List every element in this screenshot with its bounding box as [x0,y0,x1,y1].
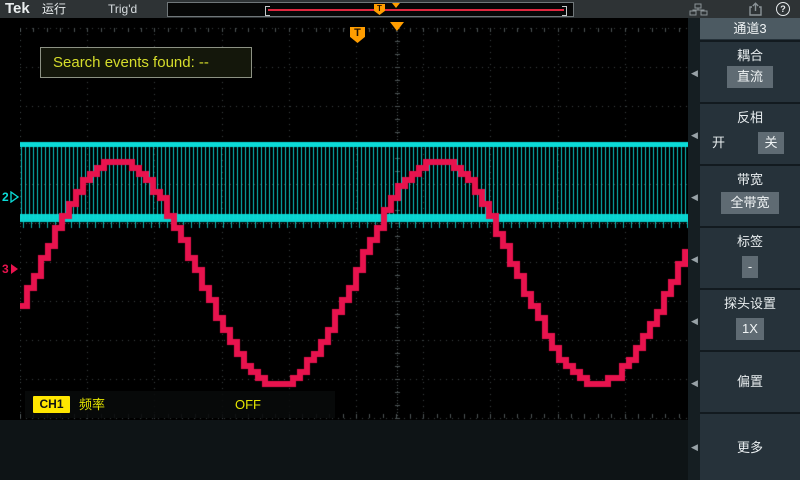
oscilloscope-screen: Tek 运行 Trig'd T ? T Search events found:… [0,0,800,480]
section-arrow-icon: ◀ [691,130,699,140]
waveform-display[interactable] [20,18,692,420]
search-events-banner: Search events found: -- [40,47,252,78]
top-bar: Tek 运行 Trig'd T ? [0,0,800,18]
ch2-marker-label: 2 [2,190,9,204]
network-icon[interactable] [689,3,708,16]
record-view-window-line [268,9,564,11]
menu-section-offset[interactable]: ◀ 偏置 [700,350,800,412]
section-arrow-icon: ◀ [691,378,699,388]
record-trigger-position-icon[interactable] [392,3,400,8]
section-arrow-icon: ◀ [691,254,699,264]
label-value-button[interactable]: - [742,256,758,278]
menu-section-coupling[interactable]: ◀ 耦合 直流 [700,40,800,102]
side-menu: 通道3 ◀ 耦合 直流 ◀ 反相 开 关 ◀ 带宽 全带宽 ◀ 标签 - ◀ [700,18,800,480]
section-arrow-icon: ◀ [691,192,699,202]
menu-section-bandwidth[interactable]: ◀ 带宽 全带宽 [700,164,800,226]
more-label: 更多 [700,440,800,456]
trigger-position-icon[interactable] [390,22,404,31]
record-trigger-t-icon[interactable]: T [374,4,385,15]
measurement-bar[interactable]: CH1 频率 OFF [25,391,335,418]
probe-setup-label: 探头设置 [700,296,800,312]
coupling-label: 耦合 [700,48,800,64]
acquisition-status: 运行 [42,0,66,18]
side-menu-gutter [688,18,700,480]
measurement-value: OFF [235,391,261,418]
side-menu-title: 通道3 [700,18,800,39]
window-bracket-right-icon [562,6,567,16]
invert-label: 反相 [700,110,800,126]
section-arrow-icon: ◀ [691,316,699,326]
offset-label: 偏置 [700,374,800,390]
ch3-marker-triangle-icon [10,263,19,275]
ch3-marker-label: 3 [2,262,9,276]
status-bar: CH1 -- CH2 2.00V BW 10.0ms 1.25MS/s CH3 … [0,420,700,480]
measurement-channel-badge: CH1 [33,396,70,413]
invert-on-option[interactable]: 开 [712,132,725,154]
coupling-dc-button[interactable]: 直流 [727,66,773,88]
menu-section-probe-setup[interactable]: ◀ 探头设置 1X [700,288,800,350]
measurement-name: 频率 [79,391,105,418]
section-arrow-icon: ◀ [691,442,699,452]
menu-section-label[interactable]: ◀ 标签 - [700,226,800,288]
ch2-ground-marker[interactable]: 2 [2,190,19,204]
ch2-marker-triangle-icon [10,191,19,203]
help-icon[interactable]: ? [776,2,790,16]
section-arrow-icon: ◀ [691,68,699,78]
window-bracket-left-icon [265,6,270,16]
invert-off-option[interactable]: 关 [758,132,784,154]
bandwidth-label: 带宽 [700,172,800,188]
menu-section-invert[interactable]: ◀ 反相 开 关 [700,102,800,164]
label-label: 标签 [700,234,800,250]
trigger-status: Trig'd [108,0,137,18]
menu-section-more[interactable]: ◀ 更多 [700,412,800,480]
record-view-bar[interactable]: T [167,2,574,17]
probe-attenuation-button[interactable]: 1X [736,318,764,340]
bandwidth-full-button[interactable]: 全带宽 [721,192,779,214]
tek-logo: Tek [5,0,30,18]
ch3-ground-marker[interactable]: 3 [2,262,19,276]
share-icon[interactable] [748,2,763,16]
